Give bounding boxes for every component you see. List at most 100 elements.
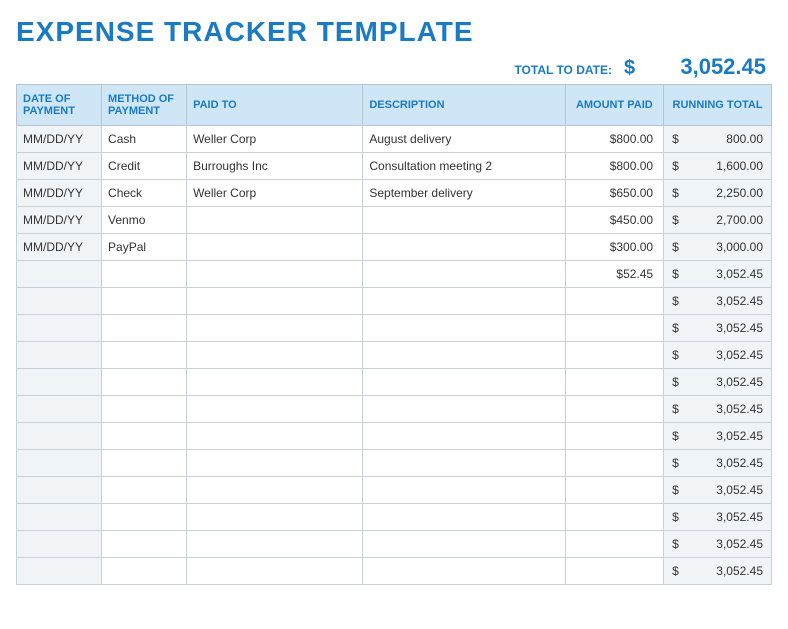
- cell-running-value[interactable]: 3,052.45: [688, 342, 771, 369]
- cell-paid-to[interactable]: [187, 207, 363, 234]
- cell-description[interactable]: [363, 261, 565, 288]
- cell-description[interactable]: [363, 369, 565, 396]
- cell-running-currency[interactable]: $: [664, 207, 689, 234]
- cell-paid-to[interactable]: [187, 531, 363, 558]
- cell-date[interactable]: [17, 477, 102, 504]
- cell-running-value[interactable]: 3,052.45: [688, 369, 771, 396]
- cell-date[interactable]: [17, 423, 102, 450]
- cell-date[interactable]: [17, 288, 102, 315]
- cell-description[interactable]: [363, 531, 565, 558]
- cell-running-value[interactable]: 3,052.45: [688, 504, 771, 531]
- cell-running-value[interactable]: 3,000.00: [688, 234, 771, 261]
- cell-amount[interactable]: [565, 450, 664, 477]
- cell-method[interactable]: [102, 450, 187, 477]
- cell-paid-to[interactable]: [187, 396, 363, 423]
- cell-running-currency[interactable]: $: [664, 450, 689, 477]
- cell-running-value[interactable]: 800.00: [688, 126, 771, 153]
- cell-amount[interactable]: [565, 558, 664, 585]
- cell-description[interactable]: [363, 342, 565, 369]
- cell-method[interactable]: [102, 315, 187, 342]
- cell-method[interactable]: [102, 396, 187, 423]
- cell-method[interactable]: [102, 288, 187, 315]
- cell-date[interactable]: [17, 315, 102, 342]
- cell-running-value[interactable]: 2,250.00: [688, 180, 771, 207]
- cell-method[interactable]: Check: [102, 180, 187, 207]
- cell-paid-to[interactable]: [187, 369, 363, 396]
- cell-method[interactable]: Venmo: [102, 207, 187, 234]
- cell-running-currency[interactable]: $: [664, 153, 689, 180]
- cell-running-value[interactable]: 3,052.45: [688, 450, 771, 477]
- cell-method[interactable]: PayPal: [102, 234, 187, 261]
- cell-amount[interactable]: $800.00: [565, 153, 664, 180]
- cell-amount[interactable]: [565, 504, 664, 531]
- cell-running-value[interactable]: 3,052.45: [688, 558, 771, 585]
- cell-method[interactable]: [102, 342, 187, 369]
- cell-running-currency[interactable]: $: [664, 369, 689, 396]
- cell-running-value[interactable]: 3,052.45: [688, 477, 771, 504]
- cell-amount[interactable]: [565, 288, 664, 315]
- cell-paid-to[interactable]: [187, 342, 363, 369]
- cell-date[interactable]: MM/DD/YY: [17, 180, 102, 207]
- cell-date[interactable]: [17, 396, 102, 423]
- cell-date[interactable]: [17, 369, 102, 396]
- cell-amount[interactable]: $650.00: [565, 180, 664, 207]
- cell-running-currency[interactable]: $: [664, 342, 689, 369]
- cell-paid-to[interactable]: Weller Corp: [187, 126, 363, 153]
- cell-running-value[interactable]: 3,052.45: [688, 261, 771, 288]
- cell-date[interactable]: [17, 450, 102, 477]
- cell-description[interactable]: [363, 288, 565, 315]
- cell-running-currency[interactable]: $: [664, 558, 689, 585]
- cell-running-currency[interactable]: $: [664, 423, 689, 450]
- cell-date[interactable]: MM/DD/YY: [17, 234, 102, 261]
- cell-running-currency[interactable]: $: [664, 126, 689, 153]
- cell-amount[interactable]: [565, 315, 664, 342]
- cell-paid-to[interactable]: [187, 234, 363, 261]
- cell-running-currency[interactable]: $: [664, 234, 689, 261]
- cell-paid-to[interactable]: [187, 450, 363, 477]
- cell-description[interactable]: September delivery: [363, 180, 565, 207]
- cell-date[interactable]: MM/DD/YY: [17, 126, 102, 153]
- cell-method[interactable]: [102, 504, 187, 531]
- cell-description[interactable]: August delivery: [363, 126, 565, 153]
- cell-paid-to[interactable]: [187, 315, 363, 342]
- cell-method[interactable]: [102, 531, 187, 558]
- cell-running-value[interactable]: 3,052.45: [688, 288, 771, 315]
- cell-description[interactable]: [363, 396, 565, 423]
- cell-amount[interactable]: [565, 423, 664, 450]
- cell-method[interactable]: [102, 558, 187, 585]
- cell-date[interactable]: MM/DD/YY: [17, 153, 102, 180]
- cell-method[interactable]: [102, 369, 187, 396]
- cell-running-value[interactable]: 2,700.00: [688, 207, 771, 234]
- cell-amount[interactable]: $800.00: [565, 126, 664, 153]
- cell-amount[interactable]: $300.00: [565, 234, 664, 261]
- cell-amount[interactable]: $52.45: [565, 261, 664, 288]
- cell-method[interactable]: [102, 423, 187, 450]
- cell-description[interactable]: [363, 234, 565, 261]
- cell-method[interactable]: Credit: [102, 153, 187, 180]
- cell-date[interactable]: [17, 558, 102, 585]
- cell-running-currency[interactable]: $: [664, 477, 689, 504]
- cell-paid-to[interactable]: Burroughs Inc: [187, 153, 363, 180]
- cell-paid-to[interactable]: [187, 477, 363, 504]
- cell-method[interactable]: [102, 261, 187, 288]
- cell-description[interactable]: Consultation meeting 2: [363, 153, 565, 180]
- cell-running-currency[interactable]: $: [664, 531, 689, 558]
- cell-description[interactable]: [363, 315, 565, 342]
- cell-paid-to[interactable]: [187, 423, 363, 450]
- cell-running-value[interactable]: 3,052.45: [688, 423, 771, 450]
- cell-paid-to[interactable]: [187, 504, 363, 531]
- cell-running-value[interactable]: 3,052.45: [688, 315, 771, 342]
- cell-method[interactable]: Cash: [102, 126, 187, 153]
- cell-date[interactable]: [17, 261, 102, 288]
- cell-running-value[interactable]: 1,600.00: [688, 153, 771, 180]
- cell-running-currency[interactable]: $: [664, 315, 689, 342]
- cell-description[interactable]: [363, 558, 565, 585]
- cell-running-currency[interactable]: $: [664, 261, 689, 288]
- cell-description[interactable]: [363, 423, 565, 450]
- cell-paid-to[interactable]: [187, 288, 363, 315]
- cell-amount[interactable]: [565, 531, 664, 558]
- cell-date[interactable]: [17, 531, 102, 558]
- cell-amount[interactable]: [565, 396, 664, 423]
- cell-date[interactable]: MM/DD/YY: [17, 207, 102, 234]
- cell-paid-to[interactable]: [187, 558, 363, 585]
